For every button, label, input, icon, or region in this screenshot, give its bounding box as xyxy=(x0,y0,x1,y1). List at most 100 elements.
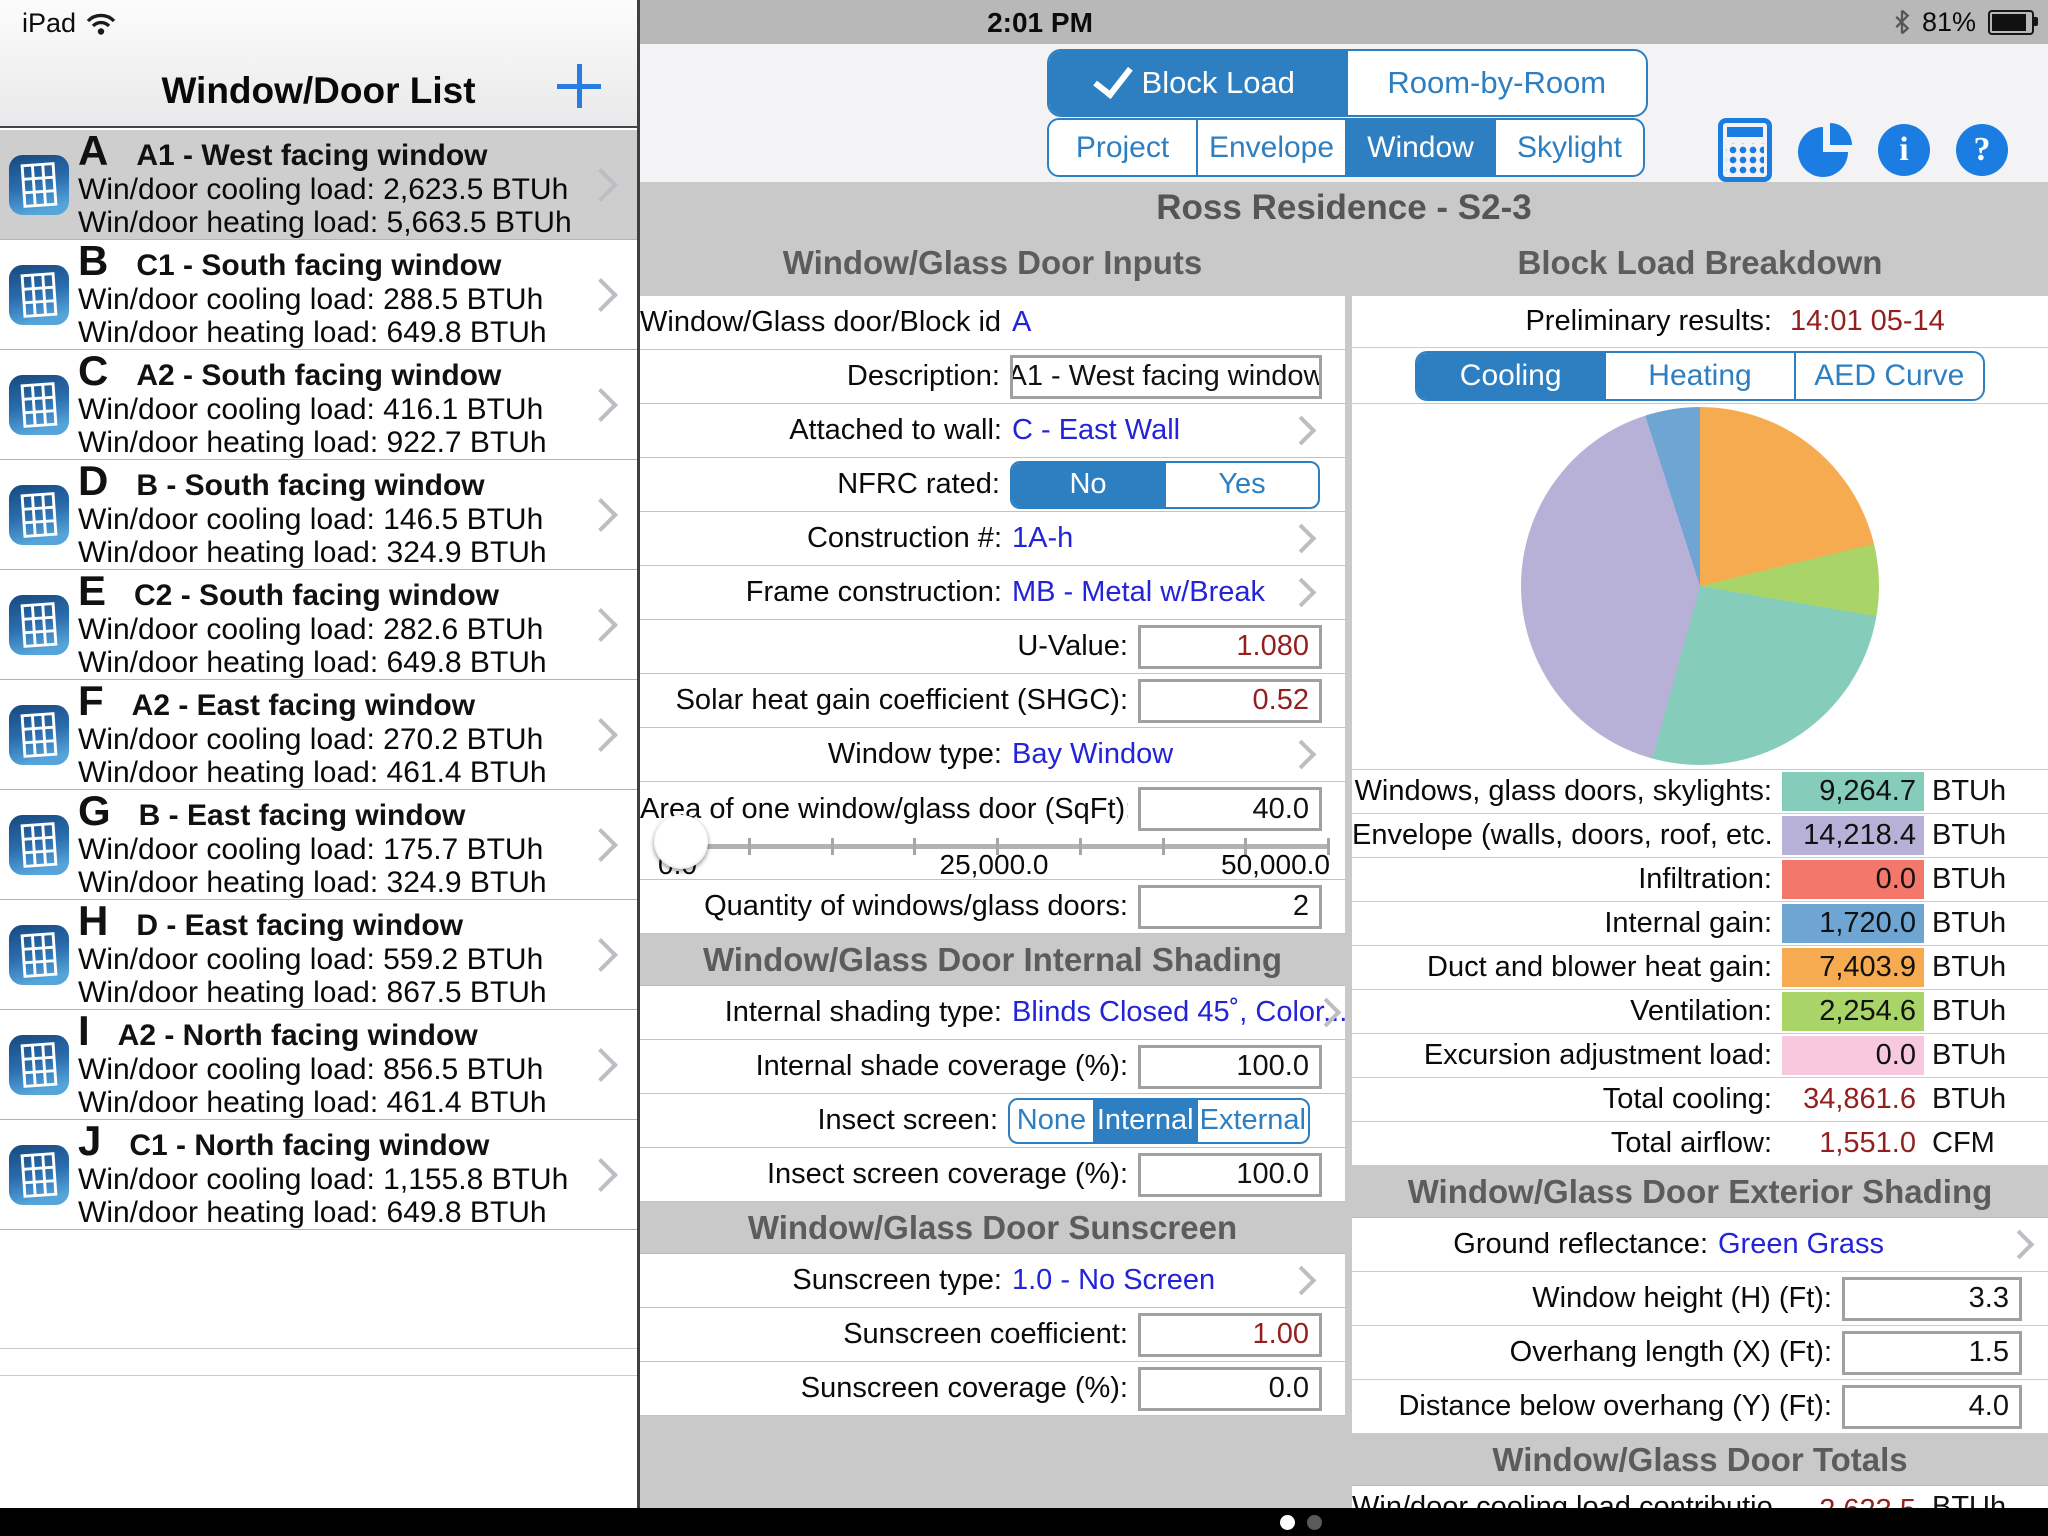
legend-label: Ventilation: xyxy=(1352,995,1772,1028)
construction-link[interactable]: 1A-h xyxy=(1012,522,1073,555)
window-icon xyxy=(8,264,70,326)
tab-window[interactable]: Window xyxy=(1345,120,1494,175)
list-item[interactable]: GB - East facing window Win/door cooling… xyxy=(0,790,637,900)
cooling-load-line: Win/door cooling load: 282.6 BTUh xyxy=(78,613,589,646)
list-item-title: A2 - South facing window xyxy=(136,359,501,393)
ground-reflectance-link[interactable]: Green Grass xyxy=(1718,1228,1884,1261)
nfrc-no-option[interactable]: No xyxy=(1012,463,1164,507)
total-airflow-row: Total airflow: 1,551.0 CFM xyxy=(1352,1122,2048,1166)
list-item[interactable]: FA2 - East facing window Win/door coolin… xyxy=(0,680,637,790)
list-item-letter: E xyxy=(78,571,106,611)
description-input[interactable]: A1 - West facing window xyxy=(1010,355,1322,399)
list-item[interactable]: AA1 - West facing window Win/door coolin… xyxy=(0,130,637,240)
sunscreen-coverage-input[interactable]: 0.0 xyxy=(1138,1367,1322,1411)
window-inputs-column: Window/Glass door/Block id: A Descriptio… xyxy=(640,296,1345,1416)
list-item-text: EC2 - South facing window Win/door cooli… xyxy=(78,571,589,679)
list-item[interactable]: BC1 - South facing window Win/door cooli… xyxy=(0,240,637,350)
slider-thumb[interactable] xyxy=(654,815,708,869)
legend-label: Envelope (walls, doors, roof, etc.): xyxy=(1352,819,1772,852)
tab-skylight[interactable]: Skylight xyxy=(1494,120,1643,175)
field-label: Sunscreen type: xyxy=(640,1264,1002,1297)
page-title: Window/Door List xyxy=(0,70,637,112)
chevron-right-icon xyxy=(584,278,618,312)
add-window-button plus-icon[interactable] xyxy=(557,64,601,108)
distance-below-overhang-input[interactable]: 4.0 xyxy=(1842,1385,2022,1429)
u-value-input[interactable]: 1.080 xyxy=(1138,625,1322,669)
insect-internal-option[interactable]: Internal xyxy=(1093,1100,1196,1142)
total-cooling-unit: BTUh xyxy=(1932,1083,2048,1116)
page-dots[interactable] xyxy=(1280,1515,1322,1530)
status-time: 2:01 PM xyxy=(987,7,1093,39)
field-label: Overhang length (X) (Ft): xyxy=(1352,1336,1832,1369)
attached-wall-link[interactable]: C - East Wall xyxy=(1012,414,1180,447)
help-icon[interactable]: ? xyxy=(1956,124,2008,176)
project-title: Ross Residence - S2-3 xyxy=(640,188,2048,228)
room-by-room-toggle[interactable]: Room-by-Room xyxy=(1348,51,1647,115)
internal-shading-type-link[interactable]: Blinds Closed 45˚, Color... xyxy=(1012,996,1345,1029)
area-input[interactable]: 40.0 xyxy=(1138,787,1322,831)
list-item-letter: A xyxy=(78,131,108,171)
preliminary-results-row: Preliminary results: 14:01 05-14 xyxy=(1352,296,2048,348)
block-id-link[interactable]: A xyxy=(1012,306,1031,339)
battery-percent: 81% xyxy=(1922,7,1976,38)
list-item[interactable]: CA2 - South facing window Win/door cooli… xyxy=(0,350,637,460)
pie-chart-icon[interactable] xyxy=(1798,123,1852,177)
slider-max-label: 50,000.0 xyxy=(1221,849,1330,881)
bluetooth-icon xyxy=(1894,9,1910,35)
insect-coverage-input[interactable]: 100.0 xyxy=(1138,1153,1322,1197)
cooling-load-line: Win/door cooling load: 559.2 BTUh xyxy=(78,943,589,976)
view-toggle-row: Cooling Heating AED Curve xyxy=(1352,348,2048,404)
heating-tab[interactable]: Heating xyxy=(1604,353,1793,399)
legend-unit: BTUh xyxy=(1932,1039,2048,1072)
frame-construction-link[interactable]: MB - Metal w/Break xyxy=(1012,576,1265,609)
field-label: Quantity of windows/glass doors: xyxy=(640,890,1128,923)
field-label: Attached to wall: xyxy=(640,414,1002,447)
heating-load-line: Win/door heating load: 649.8 BTUh xyxy=(78,646,589,679)
list-item[interactable]: HD - East facing window Win/door cooling… xyxy=(0,900,637,1010)
ground-reflectance-row: Ground reflectance: Green Grass xyxy=(1352,1218,2048,1272)
page-dot[interactable] xyxy=(1307,1515,1322,1530)
cooling-tab[interactable]: Cooling xyxy=(1417,353,1604,399)
list-item[interactable]: IA2 - North facing window Win/door cooli… xyxy=(0,1010,637,1120)
insect-none-option[interactable]: None xyxy=(1010,1100,1093,1142)
overhang-length-input[interactable]: 1.5 xyxy=(1842,1331,2022,1375)
calculator-icon[interactable] xyxy=(1718,118,1772,182)
list-item[interactable]: EC2 - South facing window Win/door cooli… xyxy=(0,570,637,680)
page-dot-active[interactable] xyxy=(1280,1515,1295,1530)
list-item-letter: I xyxy=(78,1011,90,1051)
list-item-text: CA2 - South facing window Win/door cooli… xyxy=(78,351,589,459)
block-load-toggle[interactable]: Block Load xyxy=(1049,51,1348,115)
list-item-text: BC1 - South facing window Win/door cooli… xyxy=(78,241,589,349)
field-label: Internal shade coverage (%): xyxy=(640,1050,1128,1083)
tab-project[interactable]: Project xyxy=(1049,120,1196,175)
internal-shading-header: Window/Glass Door Internal Shading xyxy=(640,934,1345,986)
list-item-title: A2 - North facing window xyxy=(118,1019,478,1053)
cooling-load-line: Win/door cooling load: 146.5 BTUh xyxy=(78,503,589,536)
tab-envelope[interactable]: Envelope xyxy=(1196,120,1345,175)
cooling-heating-segmented-control: Cooling Heating AED Curve xyxy=(1415,351,1985,401)
carrier-label: iPad xyxy=(22,8,76,39)
window-type-link[interactable]: Bay Window xyxy=(1012,738,1173,771)
field-label: Window/Glass door/Block id: xyxy=(640,306,1002,339)
field-label: Description: xyxy=(640,360,1000,393)
overhang-length-row: Overhang length (X) (Ft): 1.5 xyxy=(1352,1326,2048,1380)
sunscreen-type-row: Sunscreen type: 1.0 - No Screen xyxy=(640,1254,1345,1308)
shgc-input[interactable]: 0.52 xyxy=(1138,679,1322,723)
field-label: NFRC rated: xyxy=(640,468,1000,501)
shade-coverage-input[interactable]: 100.0 xyxy=(1138,1045,1322,1089)
nfrc-yes-option[interactable]: Yes xyxy=(1164,463,1318,507)
field-label: Window type: xyxy=(640,738,1002,771)
sunscreen-coeff-input[interactable]: 1.00 xyxy=(1138,1313,1322,1357)
legend-label: Infiltration: xyxy=(1352,863,1772,896)
window-icon xyxy=(8,814,70,876)
sunscreen-type-link[interactable]: 1.0 - No Screen xyxy=(1012,1264,1215,1297)
legend-label: Windows, glass doors, skylights: xyxy=(1352,775,1772,808)
insect-screen-row: Insect screen: None Internal External xyxy=(640,1094,1345,1148)
insect-external-option[interactable]: External xyxy=(1196,1100,1308,1142)
list-item[interactable]: JC1 - North facing window Win/door cooli… xyxy=(0,1120,637,1230)
aed-curve-tab[interactable]: AED Curve xyxy=(1794,353,1983,399)
list-item[interactable]: DB - South facing window Win/door coolin… xyxy=(0,460,637,570)
info-icon[interactable]: i xyxy=(1878,124,1930,176)
window-height-input[interactable]: 3.3 xyxy=(1842,1277,2022,1321)
quantity-input[interactable]: 2 xyxy=(1138,885,1322,929)
